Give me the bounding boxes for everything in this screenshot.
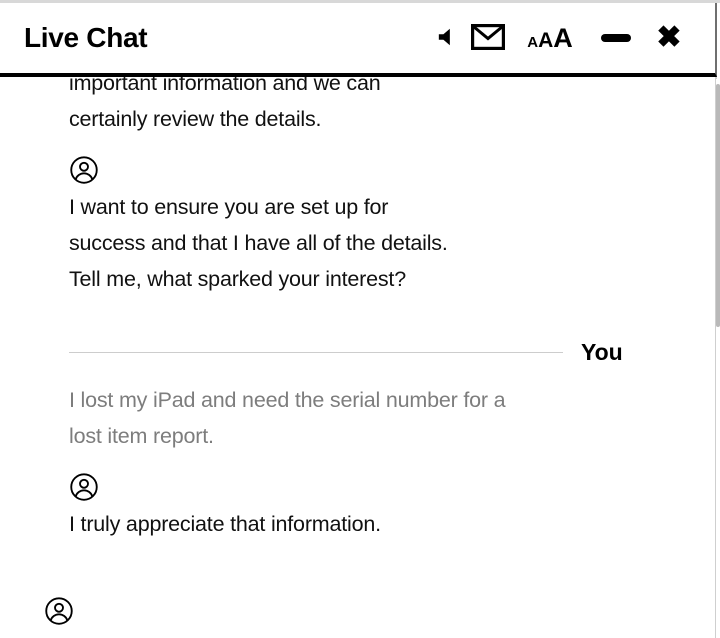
divider-line xyxy=(69,352,563,353)
chat-message-agent: important information and we can certain… xyxy=(0,77,691,137)
chat-message-agent-pending xyxy=(0,596,691,626)
header-actions: A A A ✖ xyxy=(431,18,695,58)
speaker-muted-icon xyxy=(437,26,459,51)
minimize-icon xyxy=(601,34,631,42)
message-text: important information and we can certain… xyxy=(69,77,381,131)
live-chat-window: Live Chat A A A ✖ important information … xyxy=(0,0,720,638)
font-size-a-small: A xyxy=(527,33,539,51)
chat-message-agent: I truly appreciate that information. xyxy=(0,472,691,542)
message-text: I want to ensure you are set up for succ… xyxy=(69,195,448,291)
font-size-button[interactable]: A A A xyxy=(511,18,589,58)
font-size-a-large: A xyxy=(553,22,573,53)
chat-message-you: I lost my iPad and need the serial numbe… xyxy=(0,382,691,454)
font-size-icon: A A A xyxy=(527,22,573,53)
message-text: I truly appreciate that information. xyxy=(69,512,381,536)
chat-header: Live Chat A A A ✖ xyxy=(0,3,717,77)
user-circle-icon xyxy=(70,473,98,501)
minimize-button[interactable] xyxy=(589,18,643,58)
close-icon: ✖ xyxy=(656,21,682,54)
transcript-scrollbar-thumb[interactable] xyxy=(716,84,720,327)
email-transcript-button[interactable] xyxy=(465,18,511,58)
chat-transcript[interactable]: important information and we can certain… xyxy=(0,77,717,638)
user-circle-icon xyxy=(70,156,98,184)
chat-message-agent: I want to ensure you are set up for succ… xyxy=(0,155,691,297)
font-size-a-medium: A xyxy=(538,28,554,52)
page-title: Live Chat xyxy=(24,22,148,53)
you-divider: You xyxy=(0,341,691,364)
you-label: You xyxy=(581,339,623,365)
envelope-icon xyxy=(471,23,505,53)
user-circle-icon xyxy=(45,597,73,625)
sound-toggle-button[interactable] xyxy=(431,18,465,58)
message-text: I lost my iPad and need the serial numbe… xyxy=(69,388,506,448)
close-button[interactable]: ✖ xyxy=(643,18,695,58)
